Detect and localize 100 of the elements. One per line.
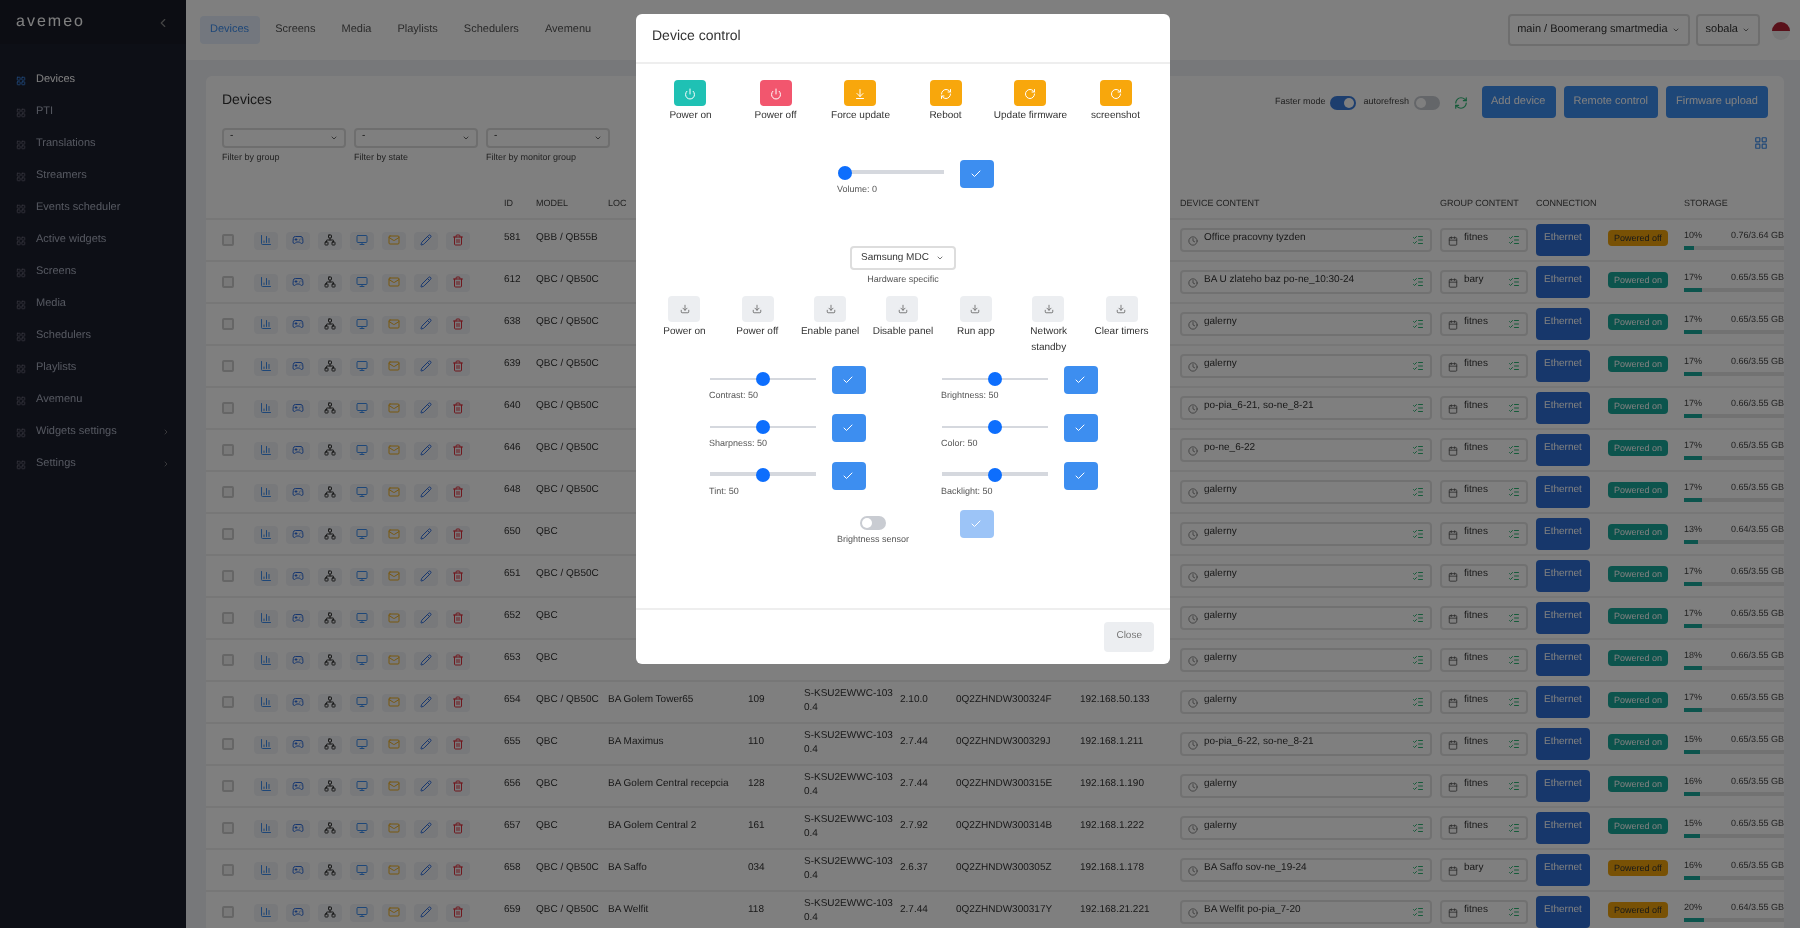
slider-thumb[interactable] [755,372,769,386]
edit-icon[interactable] [414,357,438,375]
bar-chart-icon[interactable] [254,903,278,921]
monitor-icon[interactable] [350,525,374,543]
list-icon[interactable] [1508,738,1520,750]
envelope-icon[interactable] [382,777,406,795]
list-icon[interactable] [1508,360,1520,372]
edit-icon[interactable] [414,819,438,837]
toggle-switch[interactable] [860,516,886,531]
envelope-icon[interactable] [382,399,406,417]
monitor-icon[interactable] [350,903,374,921]
envelope-icon[interactable] [382,315,406,333]
row-checkbox[interactable] [222,276,234,288]
monitor-icon[interactable] [350,609,374,627]
trash-icon[interactable] [446,441,470,459]
gamepad-icon[interactable] [286,693,310,711]
gamepad-icon[interactable] [286,231,310,249]
list-icon[interactable] [1508,402,1520,414]
row-checkbox[interactable] [222,444,234,456]
edit-icon[interactable] [414,315,438,333]
monitor-icon[interactable] [350,735,374,753]
list-icon[interactable] [1412,654,1424,666]
network-icon[interactable] [318,483,342,501]
bar-chart-icon[interactable] [254,735,278,753]
gamepad-icon[interactable] [286,315,310,333]
refresh-icon[interactable] [1453,95,1468,109]
envelope-icon[interactable] [382,231,406,249]
envelope-icon[interactable] [382,525,406,543]
list-icon[interactable] [1508,906,1520,918]
slider[interactable] [941,419,1047,434]
list-icon[interactable] [1412,570,1424,582]
slider-thumb[interactable] [987,419,1001,434]
hardware-action-button[interactable] [1105,296,1138,322]
trash-icon[interactable] [446,903,470,921]
network-icon[interactable] [318,567,342,585]
network-icon[interactable] [318,315,342,333]
gamepad-icon[interactable] [286,861,310,879]
edit-icon[interactable] [414,567,438,585]
monitor-icon[interactable] [350,273,374,291]
confirm-button[interactable] [959,159,993,187]
action-button[interactable] [844,80,877,106]
slider[interactable] [709,419,815,434]
row-checkbox[interactable] [222,402,234,414]
slider[interactable] [837,165,943,179]
list-icon[interactable] [1508,486,1520,498]
list-icon[interactable] [1412,318,1424,330]
row-checkbox[interactable] [222,822,234,834]
gamepad-icon[interactable] [286,357,310,375]
trash-icon[interactable] [446,651,470,669]
hardware-action-button[interactable] [741,296,774,322]
edit-icon[interactable] [414,693,438,711]
toggle-switch[interactable] [1329,95,1356,109]
row-checkbox[interactable] [222,864,234,876]
network-icon[interactable] [318,903,342,921]
list-icon[interactable] [1508,864,1520,876]
action-button[interactable] [1014,80,1047,106]
bar-chart-icon[interactable] [254,273,278,291]
network-icon[interactable] [318,525,342,543]
bar-chart-icon[interactable] [254,399,278,417]
envelope-icon[interactable] [382,441,406,459]
bar-chart-icon[interactable] [254,777,278,795]
row-checkbox[interactable] [222,906,234,918]
trash-icon[interactable] [446,693,470,711]
network-icon[interactable] [318,861,342,879]
row-checkbox[interactable] [222,738,234,750]
confirm-button[interactable] [1063,366,1097,394]
network-icon[interactable] [318,777,342,795]
monitor-icon[interactable] [350,441,374,459]
list-icon[interactable] [1412,612,1424,624]
envelope-icon[interactable] [382,651,406,669]
slider[interactable] [709,372,815,386]
action-button[interactable] [674,80,707,106]
monitor-icon[interactable] [350,483,374,501]
row-checkbox[interactable] [222,486,234,498]
trash-icon[interactable] [446,861,470,879]
trash-icon[interactable] [446,525,470,543]
monitor-icon[interactable] [350,399,374,417]
trash-icon[interactable] [446,735,470,753]
row-checkbox[interactable] [222,528,234,540]
list-icon[interactable] [1508,570,1520,582]
confirm-button[interactable] [1063,413,1097,442]
monitor-icon[interactable] [350,567,374,585]
monitor-icon[interactable] [350,693,374,711]
network-icon[interactable] [318,231,342,249]
list-icon[interactable] [1508,444,1520,456]
network-icon[interactable] [318,819,342,837]
list-icon[interactable] [1412,234,1424,246]
network-icon[interactable] [318,273,342,291]
monitor-icon[interactable] [350,861,374,879]
flag-icon[interactable] [1772,21,1790,39]
edit-icon[interactable] [414,903,438,921]
hardware-action-button[interactable] [668,296,701,322]
trash-icon[interactable] [446,231,470,249]
list-icon[interactable] [1412,444,1424,456]
list-icon[interactable] [1412,486,1424,498]
list-icon[interactable] [1508,654,1520,666]
edit-icon[interactable] [414,399,438,417]
list-icon[interactable] [1412,822,1424,834]
list-icon[interactable] [1508,612,1520,624]
trash-icon[interactable] [446,819,470,837]
